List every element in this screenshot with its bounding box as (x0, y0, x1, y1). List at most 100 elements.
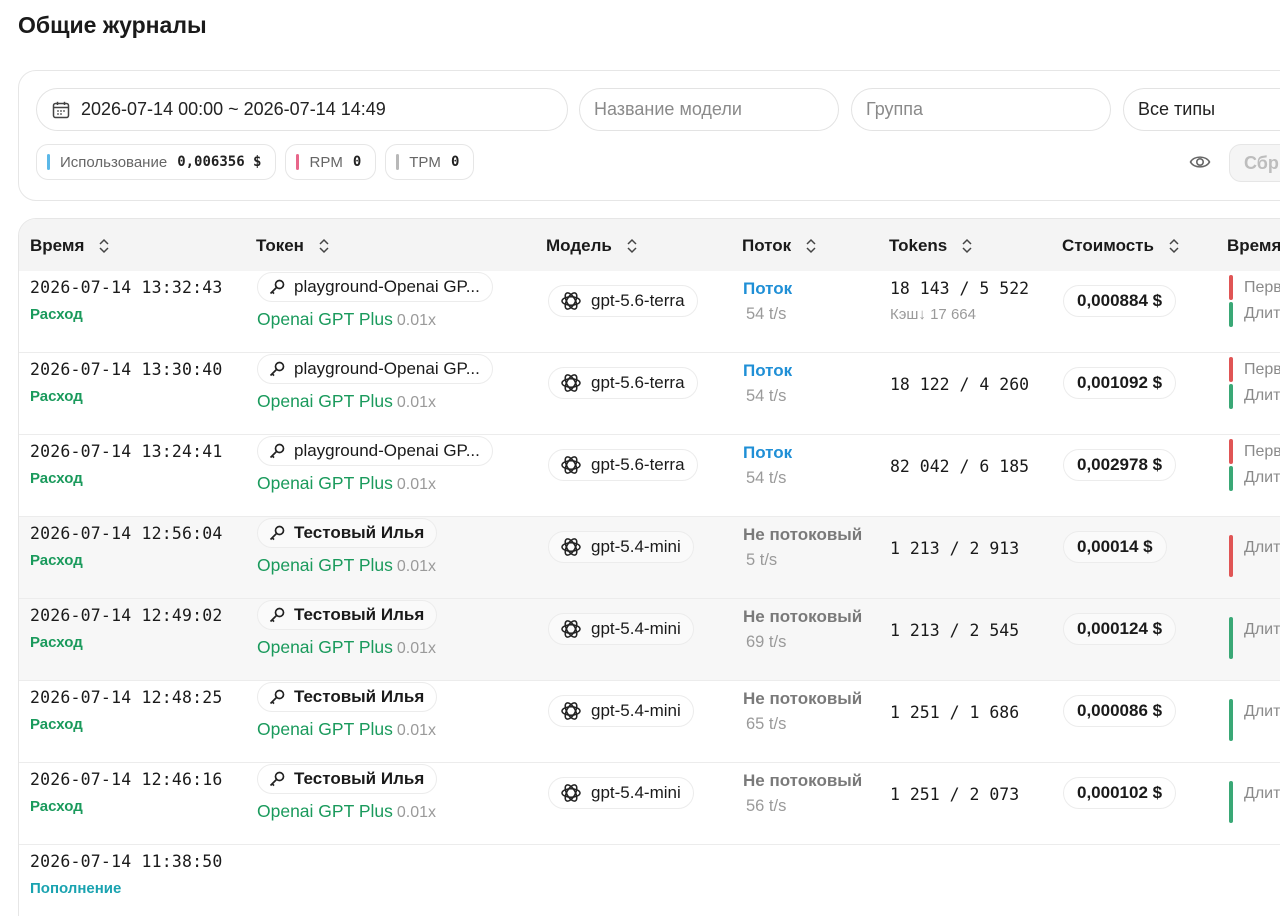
key-icon (269, 443, 285, 459)
row-speed: 54 t/s (746, 305, 787, 323)
model-name: gpt-5.6-terra (591, 455, 685, 474)
timing-first-label: Перв (1244, 279, 1280, 296)
type-select[interactable]: Все типы (1123, 88, 1280, 131)
group-input[interactable]: Группа (851, 88, 1111, 131)
row-speed: 56 t/s (746, 797, 787, 815)
timing-duration-label: Длит (1244, 469, 1280, 486)
sort-icon (806, 238, 816, 254)
header-token-label: Токен (256, 236, 304, 255)
token-pill[interactable]: playground-Openai GP... (257, 272, 493, 302)
timing-bar-first (1229, 357, 1233, 382)
table-row[interactable]: 2026-07-14 11:38:50 Пополнение (19, 845, 1280, 916)
header-tokens[interactable]: Tokens (889, 236, 973, 256)
cost-value: 0,000086 $ (1077, 701, 1163, 720)
header-timing-label: Время (1227, 236, 1280, 255)
group-ratio: 0.01x (396, 640, 436, 657)
model-pill[interactable]: gpt-5.4-mini (548, 531, 694, 563)
timing-bar-duration (1229, 302, 1233, 327)
header-model[interactable]: Модель (546, 236, 638, 256)
timing-bar-first (1229, 275, 1233, 300)
model-pill[interactable]: gpt-5.4-mini (548, 695, 694, 727)
table-row[interactable]: 2026-07-14 12:56:04 Расход Тестовый Илья Op… (19, 517, 1280, 599)
row-time: 2026-07-14 12:49:02 (30, 606, 223, 625)
row-group: Openai GPT Plus 0.01x (257, 473, 436, 494)
table-row[interactable]: 2026-07-14 13:30:40 Расход playground-Open… (19, 353, 1280, 435)
eye-icon[interactable] (1189, 153, 1211, 171)
rpm-value: 0 (352, 154, 362, 170)
model-pill[interactable]: gpt-5.6-terra (548, 367, 698, 399)
usage-indicator (47, 154, 50, 170)
token-pill[interactable]: playground-Openai GP... (257, 436, 493, 466)
key-icon (269, 361, 285, 377)
reset-button[interactable]: Сбр (1229, 144, 1280, 182)
row-group: Openai GPT Plus 0.01x (257, 719, 436, 740)
model-pill[interactable]: gpt-5.6-terra (548, 285, 698, 317)
row-time: 2026-07-14 13:24:41 (30, 442, 223, 461)
tpm-indicator (396, 154, 400, 170)
header-time[interactable]: Время (30, 236, 110, 256)
usage-chip: Использование 0,006356 $ (36, 144, 277, 180)
group-placeholder: Группа (866, 99, 924, 119)
usage-label: Использование (60, 153, 168, 171)
openai-icon (561, 702, 581, 720)
table-row[interactable]: 2026-07-14 12:49:02 Расход Тестовый Илья Op… (19, 599, 1280, 681)
table-row[interactable]: 2026-07-14 13:24:41 Расход playground-Open… (19, 435, 1280, 517)
header-cost[interactable]: Стоимость (1062, 236, 1180, 256)
token-pill[interactable]: Тестовый Илья (257, 682, 438, 712)
tpm-label: TPM (409, 153, 441, 171)
group-ratio: 0.01x (396, 476, 436, 493)
timing-duration-label: Длит (1244, 621, 1280, 638)
group-ratio: 0.01x (396, 722, 436, 739)
model-pill[interactable]: gpt-5.6-terra (548, 449, 698, 481)
table-row[interactable]: 2026-07-14 12:46:16 Расход Тестовый Илья Op… (19, 763, 1280, 845)
token-pill[interactable]: Тестовый Илья (257, 600, 438, 630)
token-name: Тестовый Илья (294, 769, 425, 788)
model-name-input[interactable]: Название модели (579, 88, 839, 131)
model-pill[interactable]: gpt-5.4-mini (548, 777, 694, 809)
row-tokens: 18 122 / 4 260 (890, 375, 1030, 394)
header-stream[interactable]: Поток (742, 236, 817, 256)
header-timing[interactable]: Время (1227, 236, 1280, 256)
key-icon (269, 607, 285, 623)
model-pill[interactable]: gpt-5.4-mini (548, 613, 694, 645)
key-icon (269, 689, 285, 705)
rpm-label: RPM (309, 153, 343, 171)
timing-bar-duration (1229, 466, 1233, 491)
cost-pill: 0,000086 $ (1063, 695, 1177, 727)
date-range-field[interactable]: 2026-07-14 00:00 ~ 2026-07-14 14:49 (36, 88, 568, 131)
header-cost-label: Стоимость (1062, 236, 1154, 255)
sort-icon (627, 238, 637, 254)
cost-value: 0,000102 $ (1077, 783, 1163, 802)
row-tokens: 18 143 / 5 522 (890, 279, 1030, 298)
model-name: gpt-5.4-mini (591, 783, 681, 802)
key-icon (269, 771, 285, 787)
cost-pill: 0,000102 $ (1063, 777, 1177, 809)
table-row[interactable]: 2026-07-14 12:48:25 Расход Тестовый Илья Op… (19, 681, 1280, 763)
token-pill[interactable]: Тестовый Илья (257, 518, 438, 548)
type-select-value: Все типы (1138, 99, 1216, 119)
calendar-icon (52, 101, 70, 118)
token-name: Тестовый Илья (294, 687, 425, 706)
timing-bar (1229, 699, 1233, 741)
usage-value: 0,006356 $ (177, 154, 262, 170)
cost-pill: 0,00014 $ (1063, 531, 1167, 563)
row-group: Openai GPT Plus 0.01x (257, 391, 436, 412)
group-name: Openai GPT Plus (257, 473, 393, 493)
token-pill[interactable]: Тестовый Илья (257, 764, 438, 794)
table-header: Время Токен Модель Поток Tokens Стоимост… (19, 219, 1280, 271)
row-time: 2026-07-14 12:48:25 (30, 688, 223, 707)
row-type: Расход (30, 798, 83, 815)
token-pill[interactable]: playground-Openai GP... (257, 354, 493, 384)
cost-pill: 0,000124 $ (1063, 613, 1177, 645)
rpm-indicator (296, 154, 300, 170)
table-row[interactable]: 2026-07-14 13:32:43 Расход playground-Open… (19, 271, 1280, 353)
cost-value: 0,000884 $ (1077, 291, 1163, 310)
model-name: gpt-5.4-mini (591, 701, 681, 720)
openai-icon (561, 456, 581, 474)
timing-bar-first (1229, 439, 1233, 464)
cost-value: 0,002978 $ (1077, 455, 1163, 474)
group-name: Openai GPT Plus (257, 309, 393, 329)
row-time: 2026-07-14 13:30:40 (30, 360, 223, 379)
header-token[interactable]: Токен (256, 236, 330, 256)
model-name-placeholder: Название модели (594, 99, 742, 119)
